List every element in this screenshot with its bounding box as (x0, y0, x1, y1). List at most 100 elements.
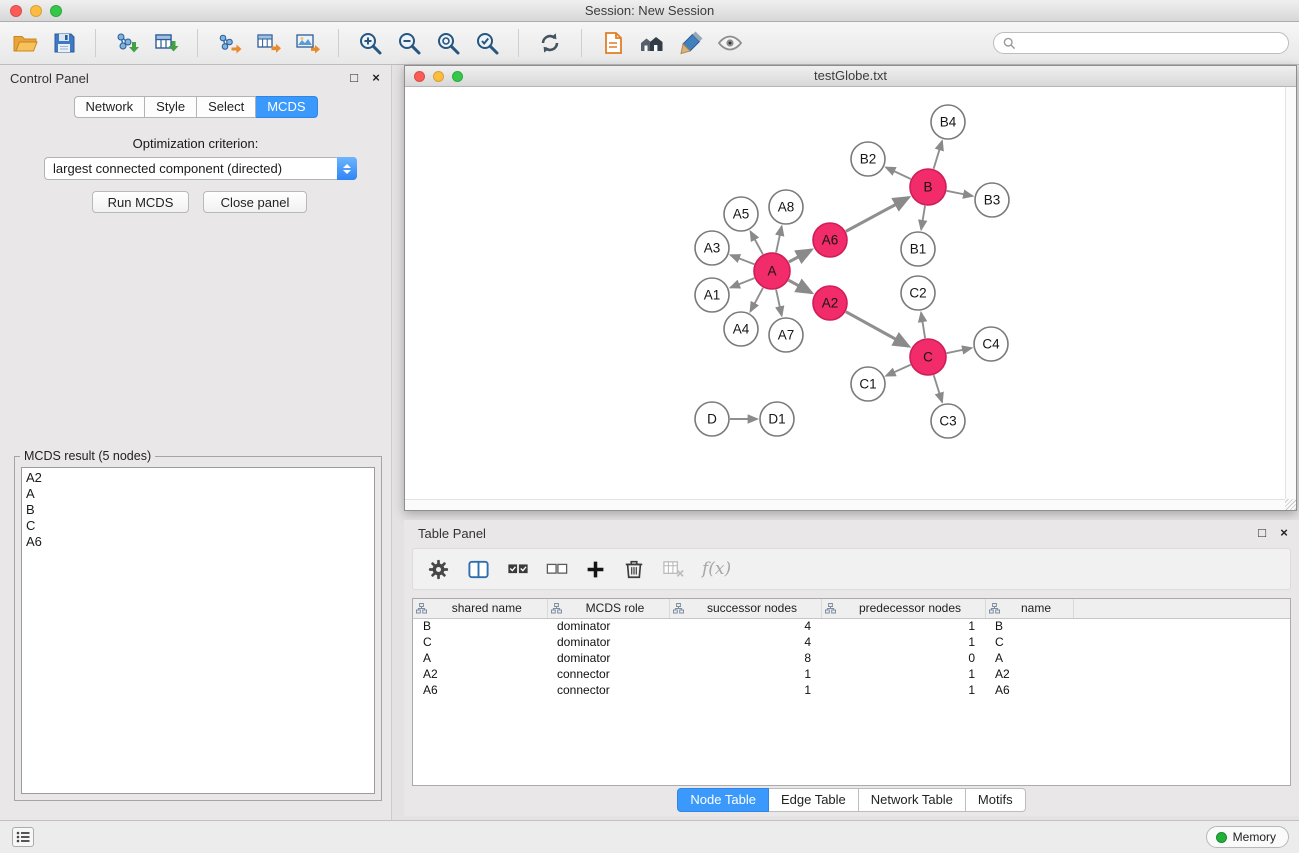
zoom-selected-button[interactable] (472, 28, 502, 58)
edge-C-C1[interactable] (886, 365, 911, 376)
export-table-button[interactable] (253, 28, 283, 58)
tab-node-table[interactable]: Node Table (677, 788, 769, 812)
edge-A-A3[interactable] (731, 255, 755, 264)
cell-MCDS-role: dominator (547, 650, 669, 666)
tab-network-table[interactable]: Network Table (859, 788, 966, 812)
edge-B-B1[interactable] (921, 206, 925, 230)
toolbar-separator (95, 29, 96, 57)
import-network-button[interactable] (112, 28, 142, 58)
mcds-result-item[interactable]: A6 (22, 534, 374, 550)
column-header-name[interactable]: name (985, 599, 1073, 618)
zoom-in-button[interactable] (355, 28, 385, 58)
toolbar-search[interactable] (993, 32, 1289, 54)
network-close-button[interactable] (414, 71, 425, 82)
network-minimize-button[interactable] (433, 71, 444, 82)
edge-A-A8[interactable] (776, 226, 782, 252)
delete-table-button[interactable] (662, 558, 685, 581)
import-table-button[interactable] (151, 28, 181, 58)
network-zoom-button[interactable] (452, 71, 463, 82)
table-row[interactable]: A6connector11A6 (413, 682, 1290, 698)
document-button[interactable] (598, 28, 628, 58)
toolbar-search-input[interactable] (1021, 36, 1279, 50)
edge-B-B4[interactable] (934, 141, 943, 169)
edge-B-B2[interactable] (886, 167, 911, 179)
add-column-button[interactable] (585, 559, 606, 580)
column-header-shared-name[interactable]: shared name (413, 599, 547, 618)
edge-A6-B[interactable] (846, 198, 909, 232)
close-window-button[interactable] (10, 5, 22, 17)
select-all-button[interactable] (507, 558, 529, 580)
network-resize-grip[interactable] (1285, 499, 1296, 510)
tab-edge-table[interactable]: Edge Table (769, 788, 859, 812)
table-row[interactable]: A2connector11A2 (413, 666, 1290, 682)
mcds-result-item[interactable]: B (22, 502, 374, 518)
edge-A-A4[interactable] (750, 288, 763, 312)
edge-A-A2[interactable] (789, 280, 812, 293)
float-table-panel-icon[interactable]: □ (1255, 525, 1269, 540)
save-session-button[interactable] (49, 28, 79, 58)
column-header-predecessor-nodes[interactable]: predecessor nodes (821, 599, 985, 618)
close-table-panel-icon[interactable]: × (1277, 525, 1291, 540)
houses-button[interactable] (637, 28, 667, 58)
open-session-button[interactable] (10, 28, 40, 58)
tab-network[interactable]: Network (73, 96, 145, 118)
node-label-D1: D1 (768, 412, 785, 427)
annotation-pencil-button[interactable] (676, 28, 706, 58)
deselect-all-button[interactable] (546, 558, 568, 580)
show-hide-button[interactable] (715, 28, 745, 58)
node-label-B4: B4 (940, 115, 957, 130)
export-network-button[interactable] (214, 28, 244, 58)
zoom-out-button[interactable] (394, 28, 424, 58)
edge-A-A5[interactable] (751, 232, 763, 255)
criterion-dropdown[interactable]: largest connected component (directed) (44, 157, 357, 180)
close-panel-button[interactable]: Close panel (203, 191, 307, 213)
tab-mcds[interactable]: MCDS (256, 96, 317, 118)
edge-B-B3[interactable] (947, 191, 973, 196)
column-header-MCDS-role[interactable]: MCDS role (547, 599, 669, 618)
edge-A-A6[interactable] (789, 250, 812, 262)
float-panel-icon[interactable]: □ (347, 70, 361, 85)
table-settings-button[interactable] (427, 558, 450, 581)
control-panel-tabs: NetworkStyleSelectMCDS (73, 96, 317, 118)
table-row[interactable]: Cdominator41C (413, 634, 1290, 650)
minimize-window-button[interactable] (30, 5, 42, 17)
edge-C-C2[interactable] (921, 313, 925, 339)
memory-button[interactable]: Memory (1206, 826, 1289, 848)
apply-layout-button[interactable] (535, 28, 565, 58)
tab-motifs[interactable]: Motifs (966, 788, 1026, 812)
table-panel: Table Panel □ × (404, 520, 1299, 816)
table-row[interactable]: Bdominator41B (413, 618, 1290, 634)
status-bar: Memory (0, 820, 1299, 853)
export-image-button[interactable] (292, 28, 322, 58)
run-mcds-button[interactable]: Run MCDS (92, 191, 189, 213)
table-row[interactable]: Adominator80A (413, 650, 1290, 666)
mcds-result-item[interactable]: A2 (22, 470, 374, 486)
edge-A-A7[interactable] (776, 290, 782, 316)
cell-filler (1073, 666, 1290, 682)
dropdown-stepper-icon (337, 157, 357, 180)
show-columns-button[interactable] (467, 558, 490, 581)
function-builder-button[interactable]: f(x) (702, 559, 731, 579)
zoom-fit-button[interactable] (433, 28, 463, 58)
network-window-titlebar[interactable]: testGlobe.txt (405, 66, 1296, 87)
edge-C-C4[interactable] (947, 348, 972, 353)
tab-style[interactable]: Style (145, 96, 197, 118)
zoom-window-button[interactable] (50, 5, 62, 17)
network-vertical-scrollbar[interactable] (1285, 87, 1296, 499)
cell-MCDS-role: dominator (547, 618, 669, 634)
column-header-successor-nodes[interactable]: successor nodes (669, 599, 821, 618)
mcds-result-list[interactable]: A2ABCA6 (21, 467, 375, 794)
tab-select[interactable]: Select (197, 96, 256, 118)
main-toolbar (0, 22, 1299, 65)
delete-column-button[interactable] (623, 558, 645, 580)
network-canvas[interactable]: AA6A2BCA5A8A3A1A4A7B2B4B3B1C2C4C1C3DD1 (405, 87, 1285, 499)
close-panel-icon[interactable]: × (369, 70, 383, 85)
edge-A2-C[interactable] (846, 312, 909, 347)
mcds-result-item[interactable]: C (22, 518, 374, 534)
mcds-result-item[interactable]: A (22, 486, 374, 502)
status-list-button[interactable] (12, 827, 34, 847)
edge-A-A1[interactable] (731, 278, 755, 288)
cell-filler (1073, 634, 1290, 650)
edge-C-C3[interactable] (934, 375, 942, 402)
network-horizontal-scrollbar[interactable] (405, 499, 1285, 510)
